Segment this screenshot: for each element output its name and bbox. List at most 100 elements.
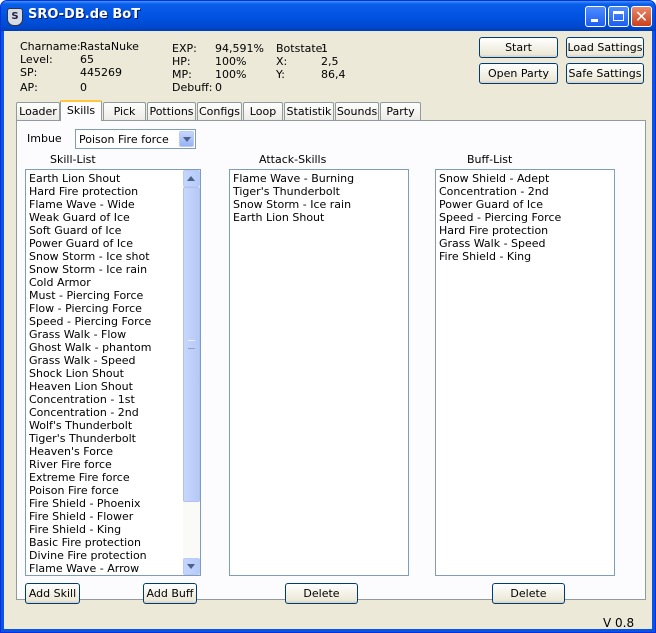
minimize-icon [591, 19, 598, 22]
ap-value: 0 [80, 81, 87, 94]
debuff-value: 0 [215, 81, 222, 94]
tab-skills[interactable]: Skills [60, 100, 102, 121]
skill-list-item[interactable]: Tiger's Thunderbolt [26, 432, 152, 445]
hp-value: 100% [215, 55, 247, 68]
sp-label: SP: [20, 66, 38, 79]
exp-label: EXP: [172, 42, 197, 55]
skill-list-item[interactable]: Fire Shield - Flower [26, 510, 152, 523]
skill-list-item[interactable]: Weak Guard of Ice [26, 211, 152, 224]
skill-list-item[interactable]: Concentration - 1st [26, 393, 152, 406]
botstate-label: Botstate: [276, 42, 327, 55]
title-bar[interactable]: S SRO-DB.de BoT ✕ [1, 1, 655, 31]
skill-list-item[interactable]: Basic Fire protection [26, 536, 152, 549]
add-skill-button[interactable]: Add Skill [25, 583, 80, 604]
skill-list-item[interactable]: Snow Storm - Ice rain [26, 263, 152, 276]
charname-label: Charname: [20, 40, 81, 53]
buff-list-item[interactable]: Fire Shield - King [436, 250, 561, 263]
scroll-down-icon[interactable] [183, 558, 200, 575]
tab-party[interactable]: Party [380, 102, 421, 120]
buff-list-item[interactable]: Snow Shield - Adept [436, 172, 561, 185]
skill-list-item[interactable]: Must - Piercing Force [26, 289, 152, 302]
tab-sounds[interactable]: Sounds [335, 102, 379, 120]
close-button[interactable]: ✕ [631, 6, 652, 27]
skill-list-item[interactable]: Extreme Fire force [26, 471, 152, 484]
add-buff-button[interactable]: Add Buff [143, 583, 197, 604]
delete-attack-skill-button[interactable]: Delete [285, 583, 358, 604]
skill-list-scrollbar[interactable] [183, 170, 200, 575]
tab-statistik[interactable]: Statistik [284, 102, 334, 120]
skill-list-item[interactable]: Grass Walk - Speed [26, 354, 152, 367]
open-party-button[interactable]: Open Party [479, 63, 558, 84]
skill-list-item[interactable]: Flame Wave - Arrow [26, 562, 152, 575]
skill-list-item[interactable]: Snow Storm - Ice shot [26, 250, 152, 263]
hp-label: HP: [172, 55, 191, 68]
sp-value: 445269 [80, 66, 122, 79]
y-coord-label: Y: [276, 68, 285, 81]
safe-settings-button[interactable]: Safe Sattings [566, 63, 644, 84]
tab-pick[interactable]: Pick [103, 102, 146, 120]
version-label: V 0.8 [603, 616, 635, 630]
tab-pottions[interactable]: Pottions [147, 102, 196, 120]
buff-list-item[interactable]: Hard Fire protection [436, 224, 561, 237]
skill-list-item[interactable]: Divine Fire protection [26, 549, 152, 562]
skill-list-item[interactable]: Flame Wave - Wide [26, 198, 152, 211]
attack-skills-box[interactable]: Flame Wave - Burning Tiger's Thunderbolt S… [229, 169, 409, 576]
skill-list-item[interactable]: Speed - Piercing Force [26, 315, 152, 328]
skill-list-item[interactable]: Concentration - 2nd [26, 406, 152, 419]
skill-list-item[interactable]: Fire Shield - King [26, 523, 152, 536]
skill-list-item[interactable]: Ghost Walk - phantom [26, 341, 152, 354]
skill-list-item[interactable]: Soft Guard of Ice [26, 224, 152, 237]
x-coord-value: 2,5 [321, 55, 339, 68]
skill-list-item[interactable]: Earth Lion Shout [26, 172, 152, 185]
mp-label: MP: [172, 68, 192, 81]
load-settings-button[interactable]: Load Sattings [566, 37, 644, 58]
skill-list-item[interactable]: Poison Fire force [26, 484, 152, 497]
attack-skill-item[interactable]: Flame Wave - Burning [230, 172, 354, 185]
delete-buff-button[interactable]: Delete [492, 583, 565, 604]
imbue-select[interactable]: Poison Fire force [75, 129, 196, 149]
skill-list-item[interactable]: Shock Lion Shout [26, 367, 152, 380]
x-coord-label: X: [276, 55, 288, 68]
scroll-up-icon[interactable] [183, 170, 200, 187]
skills-tab-panel: Imbue Poison Fire force Skill-List Attac… [16, 120, 646, 600]
buff-list-item[interactable]: Power Guard of Ice [436, 198, 561, 211]
skill-list-item[interactable]: Heaven's Force [26, 445, 152, 458]
skill-list-items: Earth Lion Shout Hard Fire protection Flam… [26, 172, 152, 575]
buff-list-item[interactable]: Speed - Piercing Force [436, 211, 561, 224]
buff-list-item[interactable]: Concentration - 2nd [436, 185, 561, 198]
tab-configs[interactable]: Configs [197, 102, 242, 120]
tab-loader[interactable]: Loader [16, 102, 60, 120]
skill-list-item[interactable]: Heaven Lion Shout [26, 380, 152, 393]
mp-value: 100% [215, 68, 247, 81]
skill-list-item[interactable]: Grass Walk - Flow [26, 328, 152, 341]
buff-list-box[interactable]: Snow Shield - Adept Concentration - 2nd Po… [435, 169, 615, 576]
skill-list-item[interactable]: Cold Armor [26, 276, 152, 289]
window-title: SRO-DB.de BoT [28, 7, 141, 22]
start-button[interactable]: Start [479, 37, 558, 58]
skill-list-item[interactable]: Flow - Piercing Force [26, 302, 152, 315]
buff-list-item[interactable]: Grass Walk - Speed [436, 237, 561, 250]
skill-list-item[interactable]: Wolf's Thunderbolt [26, 419, 152, 432]
botstate-value: 1 [321, 42, 328, 55]
buff-list-items: Snow Shield - Adept Concentration - 2nd Po… [436, 172, 561, 263]
shield-icon: S [7, 8, 23, 26]
minimize-button[interactable] [585, 6, 606, 27]
skill-list-item[interactable]: Hard Fire protection [26, 185, 152, 198]
ap-label: AP: [20, 81, 38, 94]
attack-skill-item[interactable]: Earth Lion Shout [230, 211, 354, 224]
attack-skill-item[interactable]: Snow Storm - Ice rain [230, 198, 354, 211]
skill-list-item[interactable]: Power Guard of Ice [26, 237, 152, 250]
maximize-button[interactable] [608, 6, 629, 27]
imbue-label: Imbue [27, 132, 62, 145]
skill-list-box[interactable]: Earth Lion Shout Hard Fire protection Flam… [25, 169, 201, 576]
skill-list-label: Skill-List [50, 153, 96, 166]
skill-list-item[interactable]: Fire Shield - Phoenix [26, 497, 152, 510]
attack-skills-items: Flame Wave - Burning Tiger's Thunderbolt S… [230, 172, 354, 224]
scrollbar-thumb[interactable] [183, 187, 200, 502]
skill-list-item[interactable]: River Fire force [26, 458, 152, 471]
maximize-icon [613, 11, 624, 21]
chevron-down-icon[interactable] [179, 131, 194, 147]
tab-loop[interactable]: Loop [243, 102, 283, 120]
close-icon: ✕ [634, 7, 649, 26]
attack-skill-item[interactable]: Tiger's Thunderbolt [230, 185, 354, 198]
